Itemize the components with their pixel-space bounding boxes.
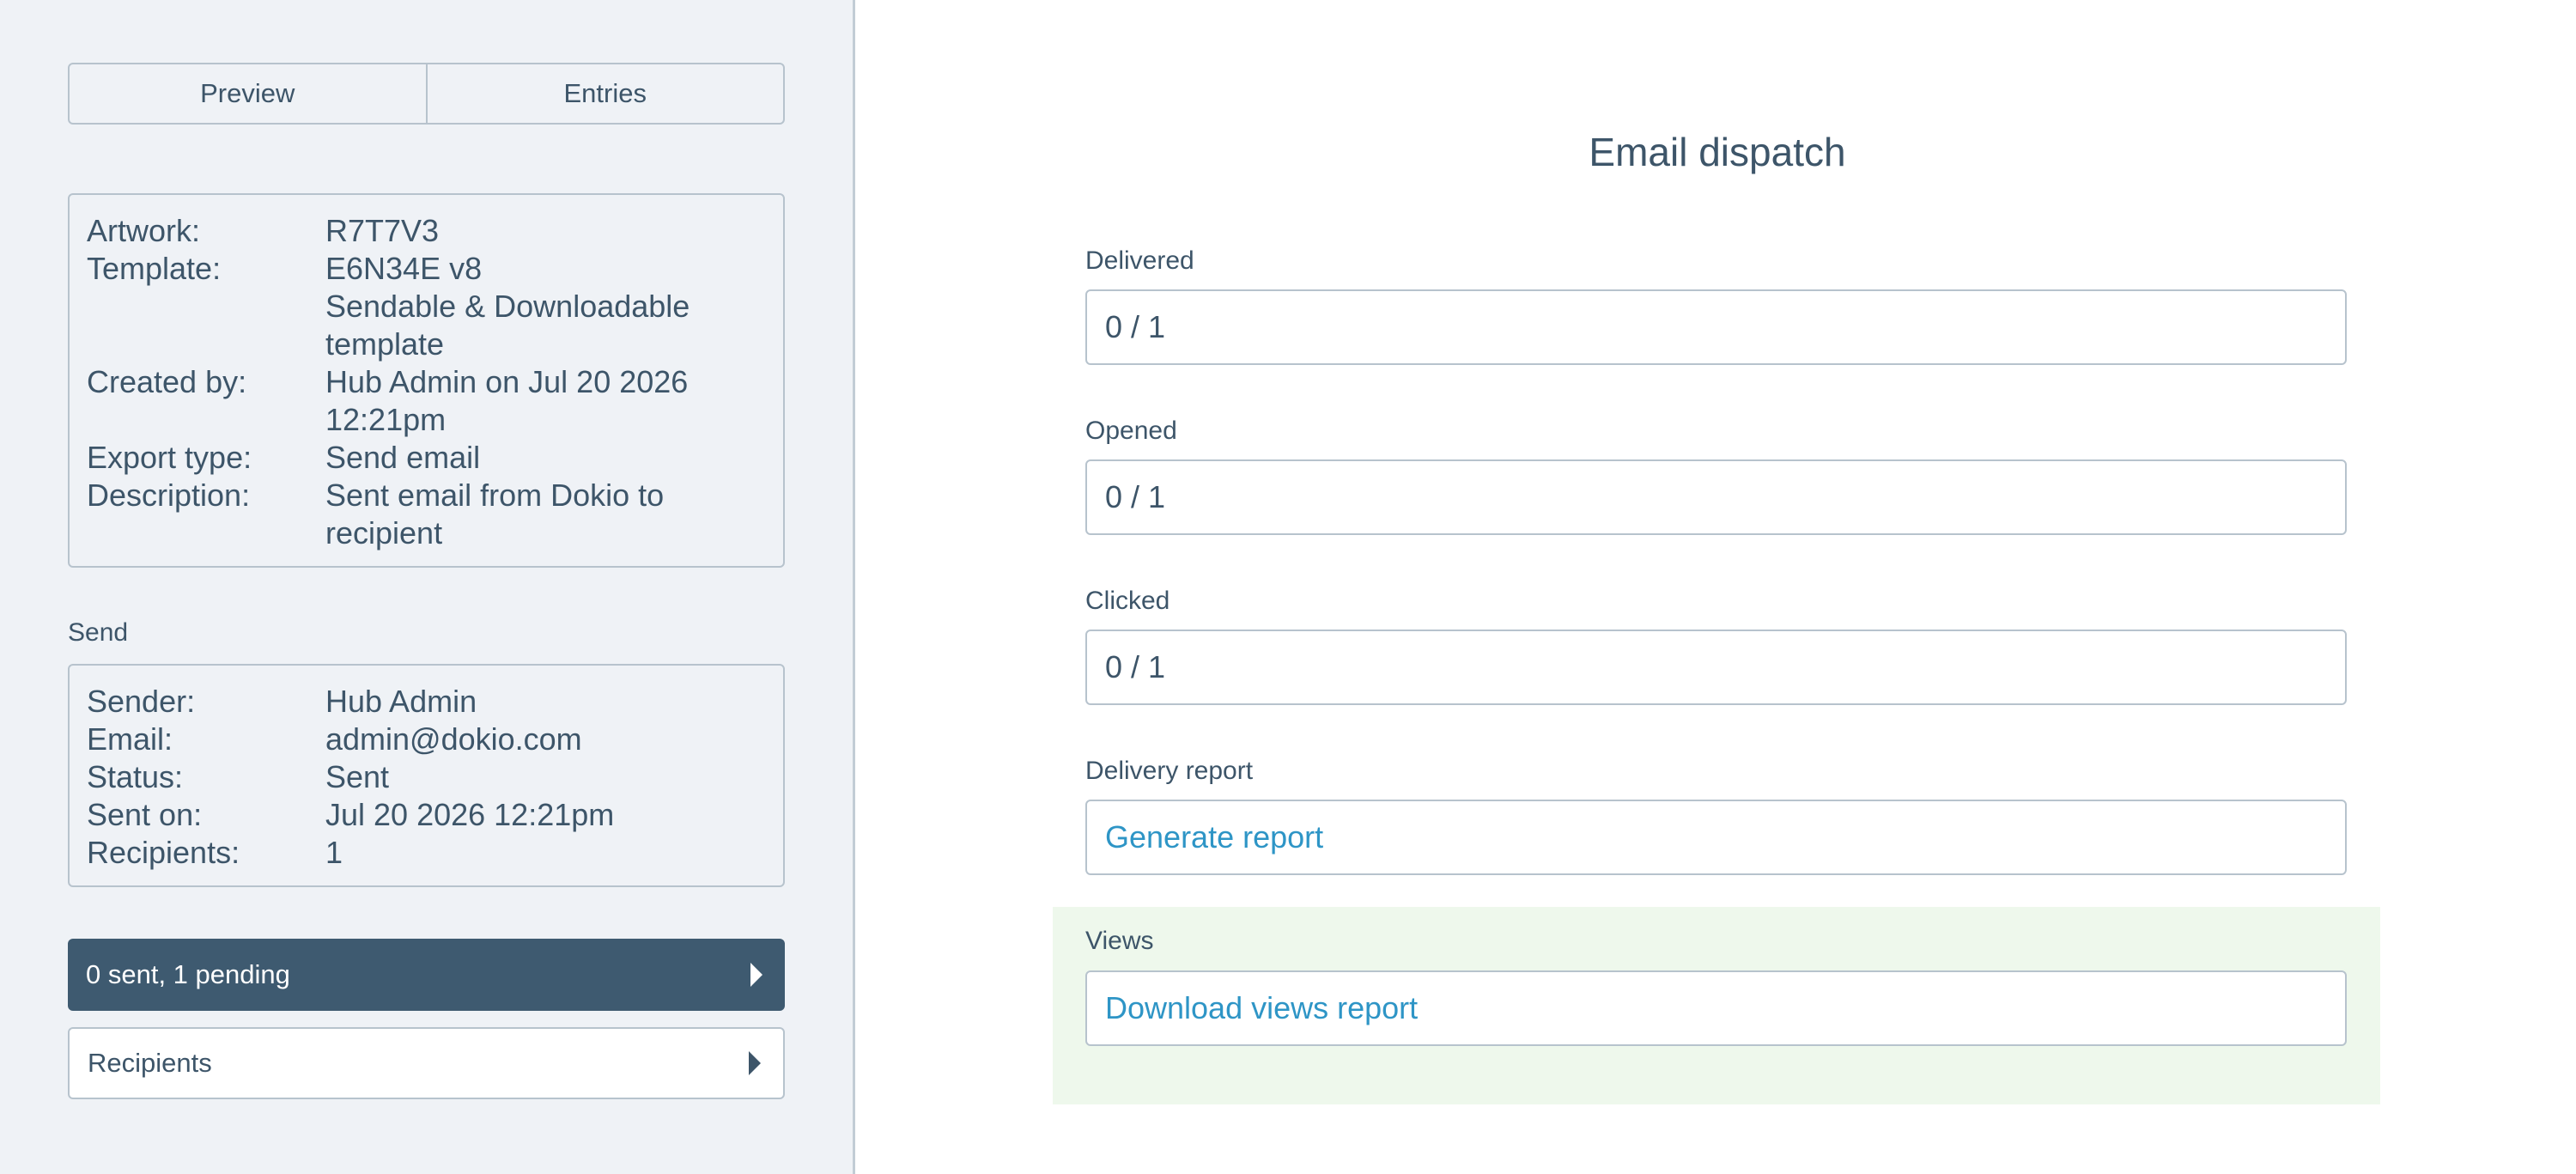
- sent-on-label: Sent on:: [87, 797, 203, 832]
- template-value: E6N34E v8: [325, 251, 483, 286]
- recipients-count-label: Recipients:: [87, 835, 240, 870]
- download-views-report-link[interactable]: Download views report: [1085, 970, 2347, 1046]
- status-value: Sent: [325, 759, 390, 794]
- tab-entries[interactable]: Entries: [425, 64, 784, 123]
- recipients-count-value: 1: [325, 835, 343, 870]
- created-by-row: Created by: Hub Admin on Jul 20 2026 12:…: [87, 363, 766, 439]
- delivery-report-label: Delivery report: [1085, 757, 1254, 785]
- artwork-details-box: Artwork: R7T7V3 Template: E6N34E v8 Send…: [68, 193, 785, 568]
- template-row: Template: E6N34E v8 Sendable & Downloada…: [87, 250, 766, 363]
- clicked-label: Clicked: [1085, 587, 1170, 615]
- view-tabs: Preview Entries: [68, 63, 785, 125]
- email-label: Email:: [87, 721, 173, 757]
- email-value: admin@dokio.com: [325, 721, 582, 757]
- description-label: Description:: [87, 478, 251, 513]
- delivered-field: 0 / 1: [1085, 289, 2347, 365]
- send-section-title: Send: [68, 618, 129, 647]
- description-value: Sent email from Dokio to recipient: [325, 478, 665, 551]
- sender-row: Sender: Hub Admin: [87, 683, 766, 721]
- sent-on-value: Jul 20 2026 12:21pm: [325, 797, 615, 832]
- send-details-box: Sender: Hub Admin Email: admin@dokio.com…: [68, 664, 785, 887]
- template-name: Sendable & Downloadable template: [325, 289, 690, 362]
- caret-right-icon: [749, 1051, 761, 1075]
- description-row: Description: Sent email from Dokio to re…: [87, 477, 766, 552]
- page-title: Email dispatch: [1589, 130, 1846, 174]
- status-label: Status:: [87, 759, 184, 794]
- export-type-value: Send email: [325, 440, 481, 475]
- recipients-toggle-label: Recipients: [88, 1048, 212, 1078]
- recipients-count-row: Recipients: 1: [87, 834, 766, 872]
- sidebar: Preview Entries Artwork: R7T7V3 Template…: [0, 0, 855, 1174]
- template-label: Template:: [87, 251, 222, 286]
- recipients-toggle[interactable]: Recipients: [68, 1027, 785, 1099]
- created-by-value: Hub Admin on Jul 20 2026 12:21pm: [325, 364, 689, 437]
- caret-right-icon: [750, 963, 762, 987]
- status-row: Status: Sent: [87, 758, 766, 796]
- sender-value: Hub Admin: [325, 684, 477, 719]
- export-type-row: Export type: Send email: [87, 439, 766, 477]
- email-row: Email: admin@dokio.com: [87, 721, 766, 758]
- artwork-label: Artwork:: [87, 213, 201, 248]
- artwork-row: Artwork: R7T7V3: [87, 212, 766, 250]
- opened-label: Opened: [1085, 417, 1177, 445]
- delivered-label: Delivered: [1085, 246, 1194, 275]
- tab-preview[interactable]: Preview: [70, 64, 426, 123]
- sent-on-row: Sent on: Jul 20 2026 12:21pm: [87, 796, 766, 834]
- generate-report-link[interactable]: Generate report: [1085, 800, 2347, 875]
- sender-label: Sender:: [87, 684, 196, 719]
- opened-field: 0 / 1: [1085, 459, 2347, 535]
- artwork-value: R7T7V3: [325, 213, 440, 248]
- created-by-label: Created by:: [87, 364, 247, 399]
- export-type-label: Export type:: [87, 440, 252, 475]
- views-label: Views: [1085, 927, 1154, 955]
- clicked-field: 0 / 1: [1085, 630, 2347, 705]
- send-progress-toggle[interactable]: 0 sent, 1 pending: [68, 939, 785, 1011]
- send-progress-label: 0 sent, 1 pending: [86, 959, 290, 989]
